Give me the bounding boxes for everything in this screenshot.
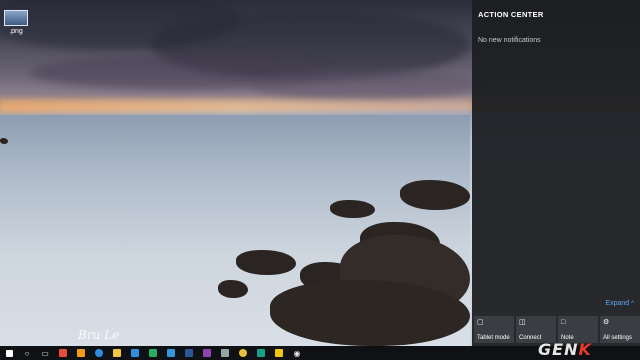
- app-blue-icon[interactable]: [162, 346, 180, 360]
- tile-label: Tablet mode: [477, 335, 510, 341]
- tile-label: Note: [561, 335, 574, 341]
- tablet-mode-tile[interactable]: ▢ Tablet mode: [474, 316, 514, 343]
- edge-browser-icon[interactable]: [90, 346, 108, 360]
- tile-label: All settings: [603, 335, 633, 341]
- action-center-title: ACTION CENTER: [478, 10, 544, 19]
- desktop-file-icon[interactable]: .png: [4, 10, 28, 35]
- horizon-glow: [0, 100, 470, 114]
- desktop-file-label: .png: [9, 28, 23, 35]
- store-icon[interactable]: [126, 346, 144, 360]
- quick-actions: ▢ Tablet mode ◫ Connect □ Note ⚙ All set…: [474, 316, 640, 343]
- expand-label: Expand: [605, 300, 630, 307]
- action-center-panel: ACTION CENTER No new notifications Expan…: [472, 0, 640, 346]
- chevron-up-icon: ^: [631, 301, 634, 307]
- photographer-signature: Bru Le: [78, 328, 120, 342]
- connect-icon: ◫: [519, 319, 526, 326]
- app-red-icon[interactable]: [54, 346, 72, 360]
- app-green-icon[interactable]: [144, 346, 162, 360]
- tablet-mode-icon: ▢: [477, 319, 484, 326]
- app-gray-icon[interactable]: [216, 346, 234, 360]
- start-windows-icon[interactable]: [0, 346, 18, 360]
- no-notifications-message: No new notifications: [478, 37, 541, 44]
- note-icon: □: [561, 319, 566, 326]
- expand-button[interactable]: Expand ^: [605, 300, 634, 307]
- all-settings-tile[interactable]: ⚙ All settings: [600, 316, 640, 343]
- connect-tile[interactable]: ◫ Connect: [516, 316, 556, 343]
- note-tile[interactable]: □ Note: [558, 316, 598, 343]
- app-purple-icon[interactable]: [198, 346, 216, 360]
- media-icon[interactable]: ◉: [288, 346, 306, 360]
- word-icon[interactable]: [180, 346, 198, 360]
- settings-icon: ⚙: [603, 319, 610, 326]
- app-teal-icon[interactable]: [252, 346, 270, 360]
- image-file-icon: [4, 10, 28, 26]
- app-orange-icon[interactable]: [72, 346, 90, 360]
- tile-label: Connect: [519, 335, 542, 341]
- chrome-icon[interactable]: [234, 346, 252, 360]
- file-explorer-icon[interactable]: [108, 346, 126, 360]
- app-yellow-icon[interactable]: [270, 346, 288, 360]
- search-icon[interactable]: ○: [18, 346, 36, 360]
- task-view-icon[interactable]: ▭: [36, 346, 54, 360]
- taskbar: ○ ▭ ◉: [0, 346, 640, 360]
